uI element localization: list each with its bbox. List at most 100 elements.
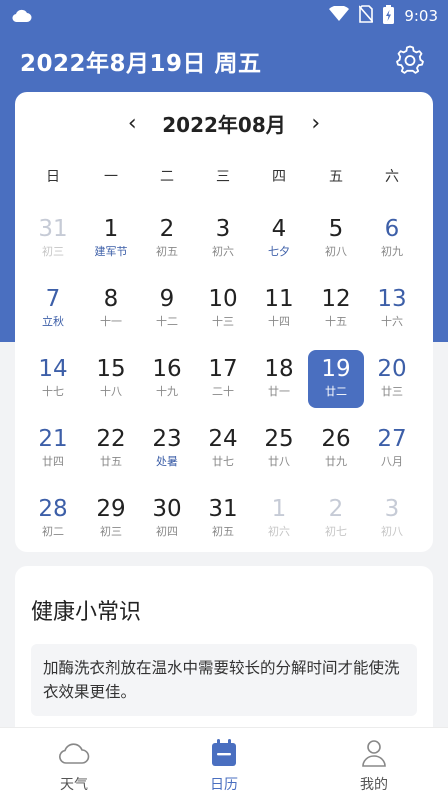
calendar-day[interactable]: 20 廿三 — [364, 350, 420, 408]
calendar-day[interactable]: 16 十九 — [139, 350, 195, 408]
lunar-date: 十二 — [156, 315, 178, 328]
weekday-label: 五 — [329, 169, 343, 185]
lunar-date: 十七 — [42, 385, 64, 398]
calendar-day[interactable]: 23 处暑 — [139, 420, 195, 478]
calendar-day[interactable]: 5 初八 — [308, 210, 364, 268]
calendar-day[interactable]: 2 初七 — [308, 490, 364, 548]
calendar-day[interactable]: 4 七夕 — [251, 210, 307, 268]
day-number: 4 — [271, 216, 287, 242]
lunar-date: 二十 — [212, 385, 234, 398]
day-number: 19 — [321, 356, 351, 382]
lunar-date: 廿四 — [42, 455, 64, 468]
lunar-date: 初八 — [381, 525, 403, 538]
calendar-day[interactable]: 31 初三 — [25, 210, 81, 268]
calendar-day[interactable]: 6 初九 — [364, 210, 420, 268]
day-number: 31 — [208, 496, 238, 522]
prev-month-button[interactable]: ‹ — [120, 111, 144, 136]
calendar-day[interactable]: 10 十三 — [195, 280, 251, 338]
day-number: 29 — [96, 496, 126, 522]
status-time: 9:03 — [404, 7, 438, 25]
lunar-date: 十三 — [212, 315, 234, 328]
day-number: 28 — [38, 496, 68, 522]
lunar-date: 七夕 — [268, 245, 290, 258]
calendar-day[interactable]: 29 初三 — [83, 490, 139, 548]
day-number: 14 — [38, 356, 68, 382]
health-title: 健康小常识 — [31, 600, 142, 625]
day-number: 25 — [264, 426, 294, 452]
calendar-card: ‹ 2022年08月 › 日一二三四五六 31 初三 1 建军节 2 初五 3 初六 4 七夕 5 初… — [15, 92, 433, 552]
calendar-day[interactable]: 24 廿七 — [195, 420, 251, 478]
calendar-day[interactable]: 7 立秋 — [25, 280, 81, 338]
calendar-grid: 31 初三 1 建军节 2 初五 3 初六 4 七夕 5 初八 6 初九 7 立秋 8 十一 9 十二 10 十三 11 十四… — [15, 210, 433, 538]
calendar-day[interactable]: 3 初六 — [195, 210, 251, 268]
day-number: 6 — [384, 216, 400, 242]
weekday-label: 四 — [272, 169, 286, 185]
lunar-date: 初五 — [156, 245, 178, 258]
calendar-day[interactable]: 17 二十 — [195, 350, 251, 408]
day-number: 26 — [321, 426, 351, 452]
lunar-date: 初八 — [325, 245, 347, 258]
gear-icon[interactable] — [394, 44, 426, 76]
calendar-day[interactable]: 13 十六 — [364, 280, 420, 338]
day-number: 2 — [159, 216, 175, 242]
lunar-date: 立秋 — [42, 315, 64, 328]
lunar-date: 廿五 — [100, 455, 122, 468]
calendar-day-selected[interactable]: 19 廿二 — [308, 350, 364, 408]
calendar-day[interactable]: 22 廿五 — [83, 420, 139, 478]
calendar-day[interactable]: 18 廿一 — [251, 350, 307, 408]
calendar-day[interactable]: 21 廿四 — [25, 420, 81, 478]
calendar-day[interactable]: 25 廿八 — [251, 420, 307, 478]
day-number: 11 — [264, 286, 294, 312]
day-number: 15 — [96, 356, 126, 382]
day-number: 18 — [264, 356, 294, 382]
day-number: 30 — [152, 496, 182, 522]
calendar-day[interactable]: 15 十八 — [83, 350, 139, 408]
calendar-day[interactable]: 30 初四 — [139, 490, 195, 548]
calendar-day[interactable]: 1 初六 — [251, 490, 307, 548]
battery-icon — [383, 4, 395, 28]
day-number: 24 — [208, 426, 238, 452]
calendar-day[interactable]: 26 廿九 — [308, 420, 364, 478]
day-number: 17 — [208, 356, 238, 382]
calendar-day[interactable]: 27 八月 — [364, 420, 420, 478]
lunar-date: 廿二 — [325, 385, 347, 398]
tab-weather[interactable]: 天气 — [24, 738, 124, 794]
day-number: 27 — [377, 426, 407, 452]
lunar-date: 廿八 — [268, 455, 290, 468]
day-number: 1 — [271, 496, 287, 522]
wifi-icon — [329, 5, 350, 26]
day-number: 31 — [38, 216, 68, 242]
month-navigation: ‹ 2022年08月 › — [15, 108, 433, 138]
day-number: 3 — [384, 496, 400, 522]
next-month-button[interactable]: › — [304, 111, 328, 136]
calendar-day[interactable]: 31 初五 — [195, 490, 251, 548]
day-number: 13 — [377, 286, 407, 312]
calendar-day[interactable]: 9 十二 — [139, 280, 195, 338]
day-number: 7 — [45, 286, 61, 312]
calendar-day[interactable]: 2 初五 — [139, 210, 195, 268]
calendar-day[interactable]: 12 十五 — [308, 280, 364, 338]
tab-mine[interactable]: 我的 — [324, 738, 424, 794]
bottom-tab-bar: 天气 日历 我的 — [0, 727, 448, 802]
tab-label: 天气 — [60, 777, 88, 793]
calendar-day[interactable]: 1 建军节 — [83, 210, 139, 268]
calendar-day[interactable]: 3 初八 — [364, 490, 420, 548]
calendar-day[interactable]: 11 十四 — [251, 280, 307, 338]
calendar-day[interactable]: 8 十一 — [83, 280, 139, 338]
user-icon — [324, 738, 424, 768]
cloud-icon — [24, 738, 124, 768]
calendar-day[interactable]: 14 十七 — [25, 350, 81, 408]
cloud-icon — [12, 8, 32, 27]
lunar-date: 十六 — [381, 315, 403, 328]
lunar-date: 初六 — [268, 525, 290, 538]
day-number: 3 — [215, 216, 231, 242]
day-number: 22 — [96, 426, 126, 452]
tab-calendar[interactable]: 日历 — [174, 738, 274, 794]
weekday-label: 二 — [160, 169, 174, 185]
day-number: 12 — [321, 286, 351, 312]
calendar-day[interactable]: 28 初二 — [25, 490, 81, 548]
day-number: 1 — [103, 216, 119, 242]
lunar-date: 八月 — [381, 455, 403, 468]
lunar-date: 十八 — [100, 385, 122, 398]
day-number: 9 — [159, 286, 175, 312]
